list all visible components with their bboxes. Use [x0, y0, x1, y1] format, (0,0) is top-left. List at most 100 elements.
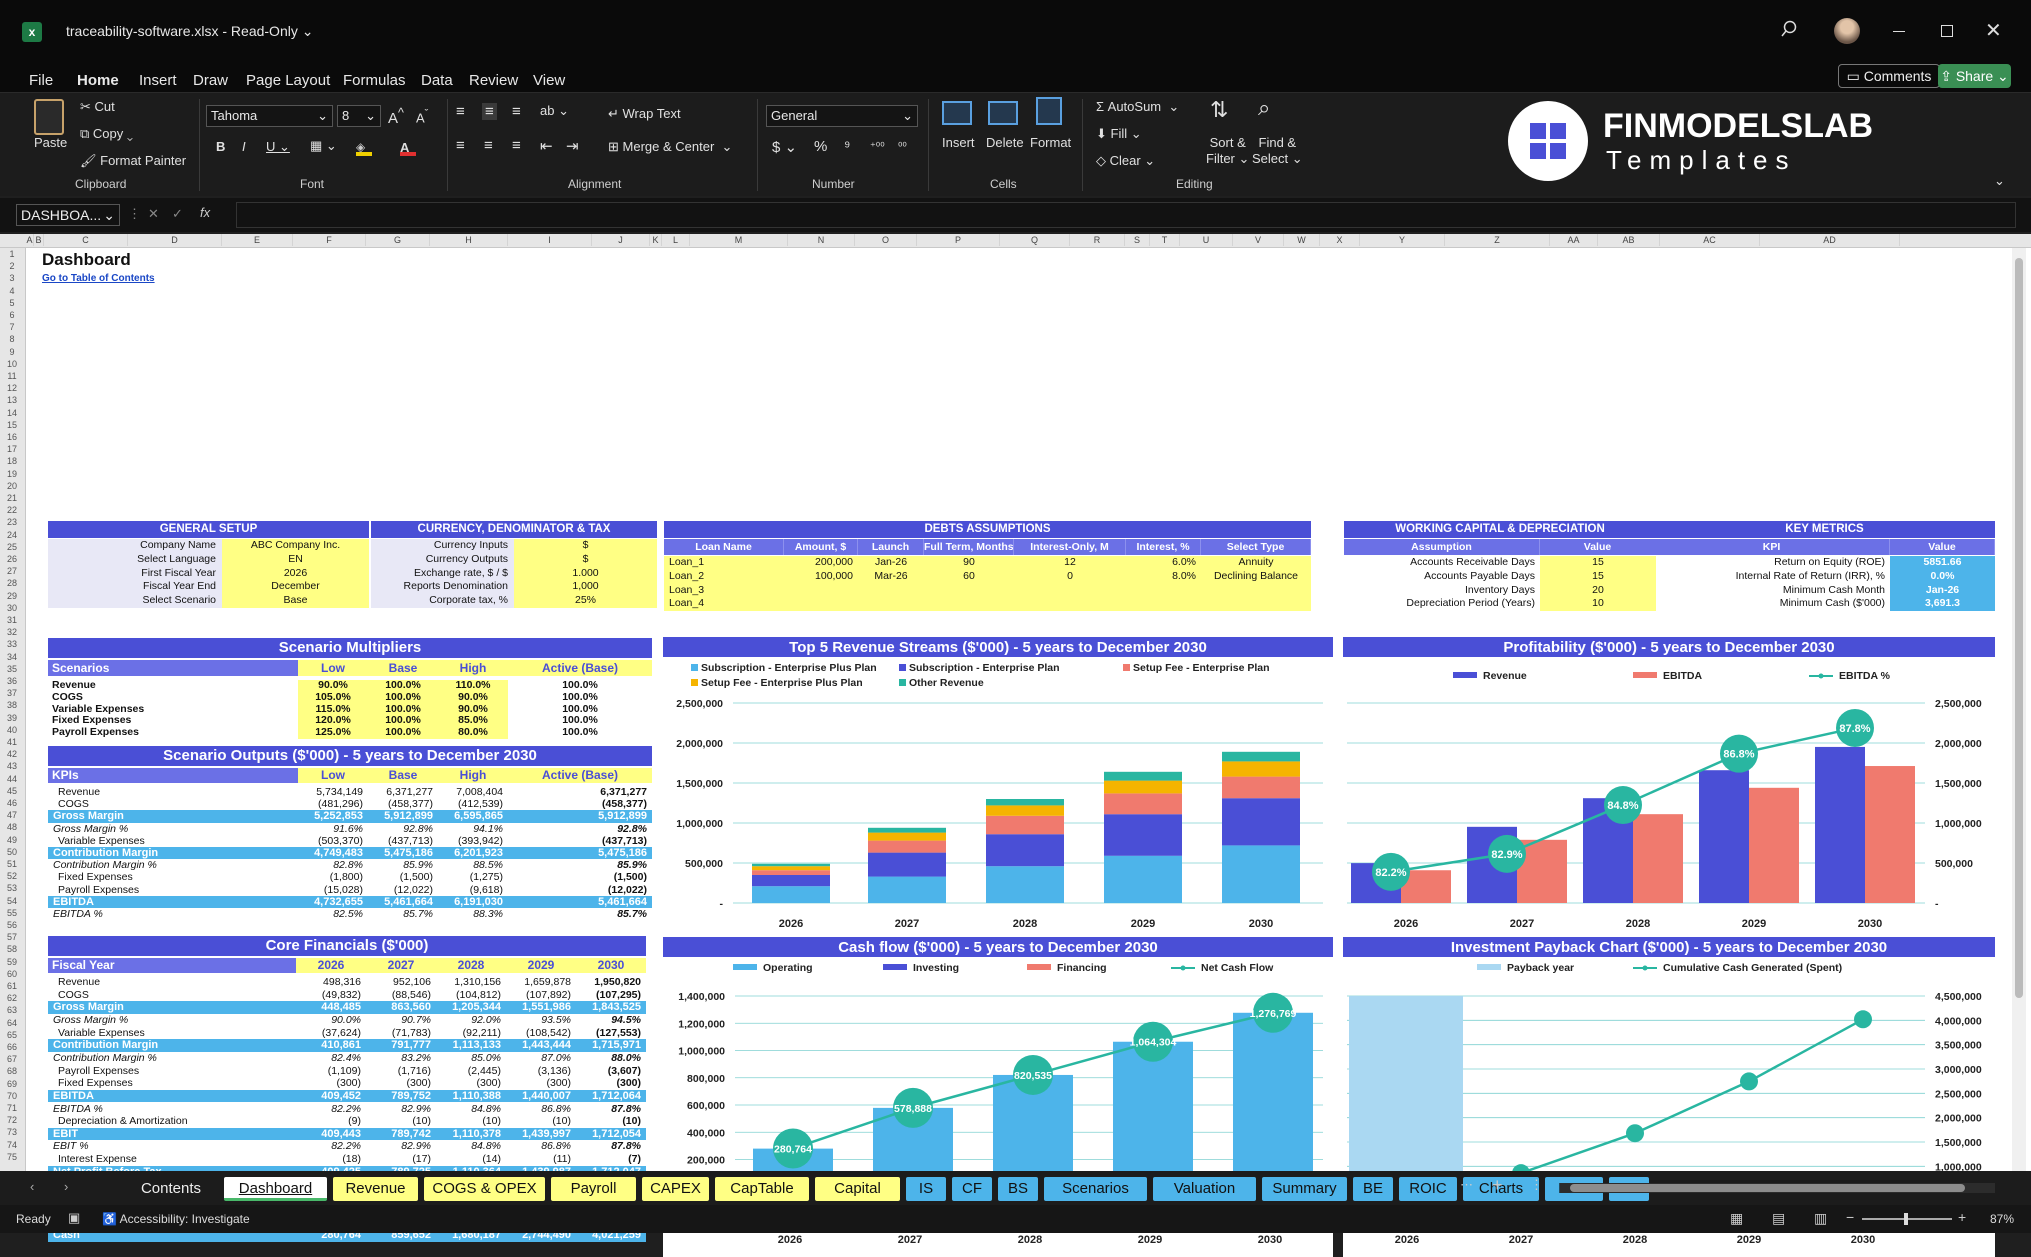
align-center-icon[interactable]: ≡ — [484, 137, 493, 154]
clear-button[interactable]: ◇ Clear ⌄ — [1096, 153, 1155, 169]
window-title[interactable]: traceability-software.xlsx - Read-Only ⌄ — [66, 23, 313, 40]
font-name-select[interactable]: Tahoma ⌄ — [206, 105, 333, 127]
close-icon[interactable]: ✕ — [1985, 18, 2002, 43]
wrap-text-button[interactable]: ↵ Wrap Text — [608, 106, 681, 122]
sheet-tab[interactable]: CapTable — [715, 1177, 809, 1201]
worksheet[interactable]: A B C D E F G H I J K L M N O P Q R S T U V W X Y Z AA AB AC AD 12345… — [0, 234, 2031, 1257]
menu-file[interactable]: File — [29, 72, 53, 89]
menu-page-layout[interactable]: Page Layout — [246, 72, 330, 89]
menu-view[interactable]: View — [533, 72, 565, 89]
fill-button[interactable]: ⬇ Fill ⌄ — [1096, 126, 1142, 142]
zoom-level[interactable]: 87% — [1990, 1212, 2014, 1226]
more-sheets-icon[interactable]: ⋯ — [1460, 1177, 1473, 1193]
borders-icon[interactable]: ▦ ⌄ — [310, 138, 337, 154]
paste-button[interactable]: Paste — [34, 135, 67, 150]
minimize-icon[interactable] — [1893, 31, 1905, 32]
menu-formulas[interactable]: Formulas — [343, 72, 406, 89]
menu-data[interactable]: Data — [421, 72, 453, 89]
find-select-icon[interactable]: ⌕ — [1258, 95, 1270, 121]
orientation-icon[interactable]: ab ⌄ — [540, 103, 569, 119]
fill-color-icon[interactable]: ◈ — [356, 140, 372, 156]
sheet-tab[interactable]: Scenarios — [1044, 1177, 1147, 1201]
align-top-icon[interactable]: ≡ — [456, 103, 465, 120]
currency-icon[interactable]: $ ⌄ — [772, 138, 797, 156]
sheet-tab[interactable]: Dashboard — [224, 1177, 327, 1201]
accessibility-status[interactable]: ♿ Accessibility: Investigate — [102, 1212, 250, 1226]
more-options-icon[interactable]: ⋮ — [128, 206, 141, 222]
sheet-tab[interactable]: Valuation — [1153, 1177, 1256, 1201]
sheet-tab[interactable]: Payroll — [551, 1177, 636, 1201]
formula-input[interactable] — [236, 202, 2016, 228]
next-sheet-icon[interactable]: › — [64, 1179, 68, 1194]
align-bottom-icon[interactable]: ≡ — [512, 103, 521, 120]
sort-filter-button[interactable]: Sort & Filter ⌄ — [1206, 135, 1249, 167]
grow-font-icon[interactable]: A^ — [388, 106, 404, 127]
menu-review[interactable]: Review — [469, 72, 518, 89]
decrease-indent-icon[interactable]: ⇤ — [540, 137, 553, 155]
menu-draw[interactable]: Draw — [193, 72, 228, 89]
share-button[interactable]: ⇪ Share ⌄ — [1938, 64, 2011, 88]
copy-button[interactable]: ⧉ Copy ⌄ — [80, 126, 133, 142]
tab-options-icon[interactable]: ⋮ — [1530, 1177, 1543, 1193]
delete-cells-icon[interactable] — [988, 101, 1018, 125]
bold-icon[interactable]: B — [216, 139, 225, 154]
horizontal-scrollbar[interactable] — [1560, 1183, 1995, 1193]
sort-filter-icon[interactable]: ⇅ — [1210, 97, 1228, 123]
comments-button[interactable]: ▭ Comments — [1838, 64, 1940, 88]
underline-icon[interactable]: U ⌄ — [266, 139, 290, 155]
number-format-select[interactable]: General ⌄ — [766, 105, 918, 127]
prev-sheet-icon[interactable]: ‹ — [30, 1179, 34, 1194]
align-right-icon[interactable]: ≡ — [512, 137, 521, 154]
align-middle-icon[interactable]: ≡ — [482, 103, 497, 120]
sheet-tab[interactable]: Summary — [1262, 1177, 1347, 1201]
restore-icon[interactable] — [1941, 25, 1953, 37]
italic-icon[interactable]: I — [242, 139, 246, 154]
zoom-in-icon[interactable]: + — [1958, 1209, 1966, 1225]
sheet-tab[interactable]: Capital — [815, 1177, 900, 1201]
format-cells-button[interactable]: Format — [1030, 135, 1071, 150]
format-painter-button[interactable]: 🖌 Format Painter — [80, 153, 186, 169]
delete-cells-button[interactable]: Delete — [986, 135, 1024, 150]
sheet-tab[interactable]: ROIC — [1399, 1177, 1457, 1201]
insert-cells-button[interactable]: Insert — [942, 135, 975, 150]
sheet-tab[interactable]: COGS & OPEX — [424, 1177, 545, 1201]
normal-view-icon[interactable]: ▦ — [1730, 1210, 1743, 1227]
name-box[interactable]: DASHBOA... ⌄ — [16, 204, 120, 226]
fx-icon[interactable]: fx — [200, 205, 210, 220]
shrink-font-icon[interactable]: Aˇ — [416, 108, 428, 125]
decrease-decimal-icon[interactable]: ⁰⁰ — [898, 140, 907, 153]
paste-icon[interactable] — [34, 99, 64, 135]
zoom-slider[interactable] — [1862, 1213, 1952, 1225]
merge-center-button[interactable]: ⊞ Merge & Center ⌄ — [608, 139, 732, 155]
page-layout-view-icon[interactable]: ▤ — [1772, 1210, 1785, 1227]
font-size-select[interactable]: 8 ⌄ — [337, 105, 381, 127]
search-icon[interactable] — [1780, 20, 1798, 38]
zoom-out-icon[interactable]: − — [1846, 1209, 1854, 1225]
format-cells-icon[interactable] — [1036, 97, 1062, 125]
sheet-tab[interactable]: BS — [998, 1177, 1038, 1201]
increase-indent-icon[interactable]: ⇥ — [566, 137, 579, 155]
autosum-button[interactable]: Σ AutoSum ⌄ — [1096, 99, 1179, 115]
menu-insert[interactable]: Insert — [139, 72, 177, 89]
page-break-view-icon[interactable]: ▥ — [1814, 1210, 1827, 1227]
sheet-tab[interactable]: Contents — [124, 1177, 218, 1201]
sheet-tab[interactable]: CF — [952, 1177, 992, 1201]
sheet-tab[interactable]: BE — [1353, 1177, 1393, 1201]
comma-icon[interactable]: ⁹ — [844, 138, 850, 155]
cut-button[interactable]: ✂ Cut — [80, 99, 115, 115]
insert-cells-icon[interactable] — [942, 101, 972, 125]
add-sheet-icon[interactable]: + — [1492, 1175, 1503, 1196]
enter-icon[interactable]: ✓ — [172, 206, 183, 222]
sheet-tab[interactable]: Revenue — [333, 1177, 418, 1201]
sheet-tab[interactable]: IS — [906, 1177, 946, 1201]
percent-icon[interactable]: % — [814, 138, 827, 155]
menu-home[interactable]: Home — [77, 72, 119, 89]
macro-icon[interactable]: ▣ — [68, 1210, 80, 1226]
increase-decimal-icon[interactable]: ⁺⁰⁰ — [870, 140, 885, 153]
cancel-icon[interactable]: ✕ — [148, 206, 159, 222]
find-select-button[interactable]: Find & Select ⌄ — [1252, 135, 1303, 167]
ribbon-collapse-icon[interactable]: ⌄ — [1994, 173, 2005, 189]
font-color-icon[interactable]: A — [400, 140, 416, 156]
align-left-icon[interactable]: ≡ — [456, 137, 465, 154]
sheet-tab[interactable]: CAPEX — [642, 1177, 709, 1201]
